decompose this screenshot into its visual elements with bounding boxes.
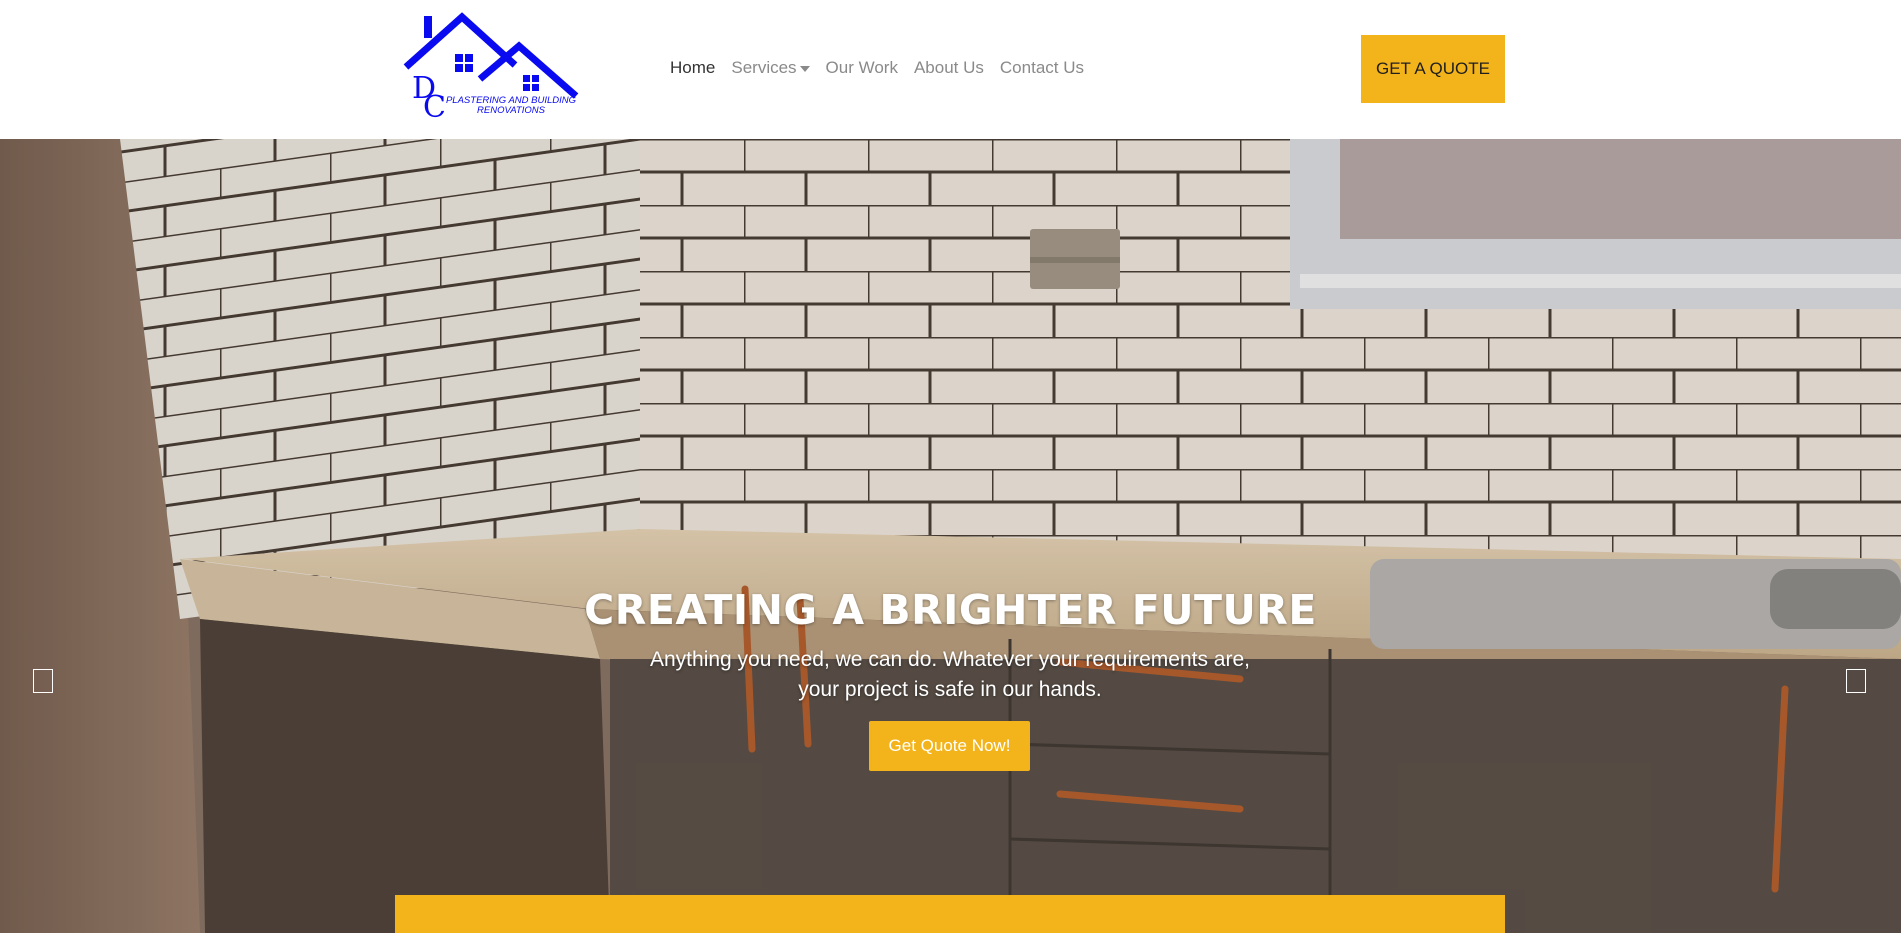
hero-carousel: CREATING A BRIGHTER FUTURE Anything you …: [0, 139, 1901, 933]
nav-home[interactable]: Home: [670, 58, 715, 78]
nav-about-us[interactable]: About Us: [914, 58, 984, 78]
hero-subtitle: Anything you need, we can do. Whatever y…: [650, 648, 1250, 701]
carousel-next-icon[interactable]: [1846, 669, 1866, 693]
site-header: D C PLASTERING AND BUILDING RENOVATIONS …: [0, 0, 1901, 139]
get-quote-now-button[interactable]: Get Quote Now!: [869, 721, 1030, 771]
logo-monogram-c: C: [423, 90, 446, 120]
caret-down-icon: [799, 65, 810, 72]
logo-text-line2: RENOVATIONS: [477, 105, 546, 116]
nav-services-label: Services: [731, 58, 797, 77]
nav-services[interactable]: Services: [731, 58, 810, 78]
nav-our-work[interactable]: Our Work: [826, 58, 898, 78]
main-nav: Home Services Our Work About Us Contact …: [670, 58, 1100, 78]
info-bar: [395, 895, 1505, 933]
company-logo[interactable]: D C PLASTERING AND BUILDING RENOVATIONS: [402, 10, 580, 120]
carousel-prev-icon[interactable]: [33, 669, 53, 693]
hero-title: CREATING A BRIGHTER FUTURE: [584, 586, 1317, 634]
hero-overlay: [0, 139, 1901, 933]
nav-contact-us[interactable]: Contact Us: [1000, 58, 1084, 78]
get-a-quote-button[interactable]: GET A QUOTE: [1361, 35, 1505, 103]
